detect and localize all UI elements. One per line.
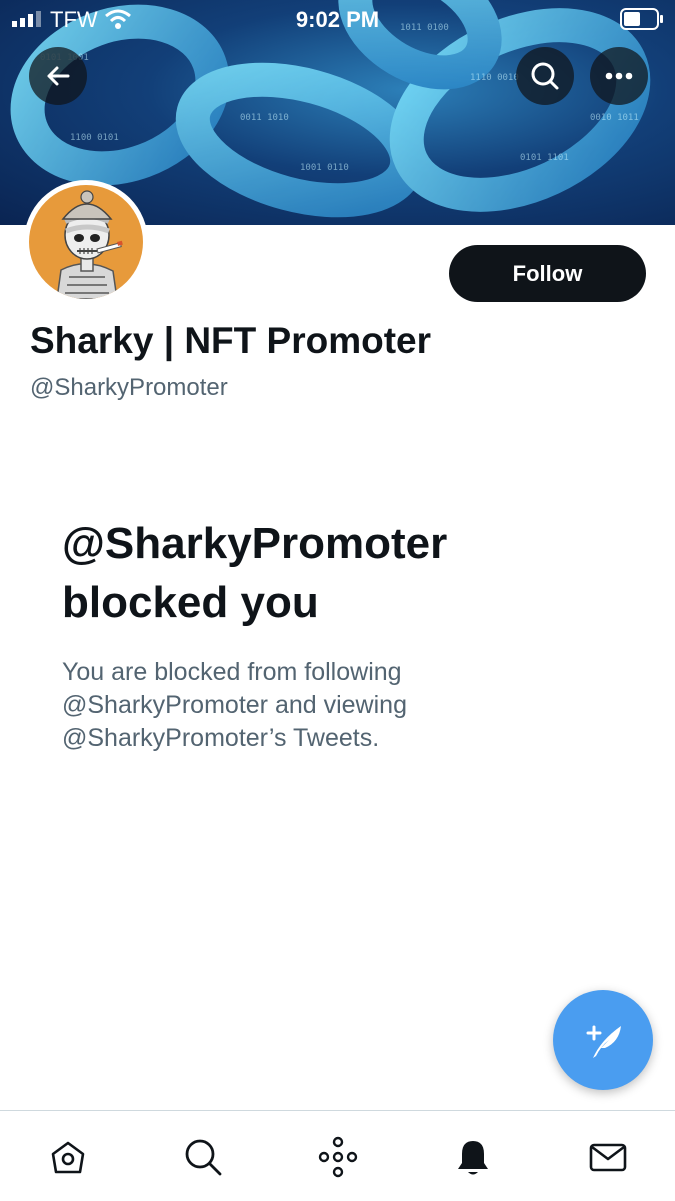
- profile-avatar[interactable]: [24, 180, 148, 304]
- back-button[interactable]: [29, 47, 87, 105]
- blocked-title-text: blocked you: [62, 578, 319, 627]
- compose-tweet-button[interactable]: [553, 990, 653, 1090]
- search-icon: [531, 62, 559, 90]
- compose-tweet-icon: [586, 1025, 621, 1058]
- profile-handle: @SharkyPromoter: [30, 374, 228, 401]
- tab-notifications[interactable]: [451, 1135, 495, 1179]
- blocked-title: @SharkyPromoter blocked you: [62, 514, 447, 632]
- blocked-title-handle: @SharkyPromoter: [62, 519, 448, 568]
- arrow-left-icon: [47, 66, 70, 86]
- tab-spaces[interactable]: [316, 1135, 360, 1179]
- tab-home[interactable]: [46, 1135, 90, 1179]
- svg-text:1110 0010: 1110 0010: [470, 73, 519, 83]
- status-bar: TFW 9:02 PM: [0, 0, 675, 36]
- tab-search[interactable]: [181, 1135, 225, 1179]
- spaces-icon: [318, 1136, 358, 1178]
- home-icon: [51, 1141, 85, 1174]
- follow-button[interactable]: Follow: [449, 245, 646, 302]
- avatar-image: [29, 185, 143, 299]
- svg-text:1100 0101: 1100 0101: [70, 133, 119, 143]
- more-options-button[interactable]: [590, 47, 648, 105]
- search-button[interactable]: [516, 47, 574, 105]
- clock: 9:02 PM: [295, 7, 380, 32]
- svg-text:0101 1101: 0101 1101: [520, 153, 569, 163]
- more-horizontal-icon: [605, 72, 633, 80]
- svg-text:0011 1010: 0011 1010: [240, 113, 289, 123]
- mail-icon: [589, 1143, 627, 1172]
- battery-icon: [620, 8, 663, 30]
- profile-display-name: Sharky | NFT Promoter: [30, 320, 432, 361]
- svg-text:0010 1011: 0010 1011: [590, 113, 639, 123]
- svg-text:1001 0110: 1001 0110: [300, 163, 349, 173]
- skeleton-nft-image: [56, 190, 123, 299]
- search-icon: [185, 1139, 222, 1176]
- bottom-tab-bar: [0, 1110, 675, 1201]
- blocked-description: You are blocked from following @SharkyPr…: [62, 658, 407, 752]
- bell-icon: [458, 1141, 488, 1175]
- tab-messages[interactable]: [586, 1135, 630, 1179]
